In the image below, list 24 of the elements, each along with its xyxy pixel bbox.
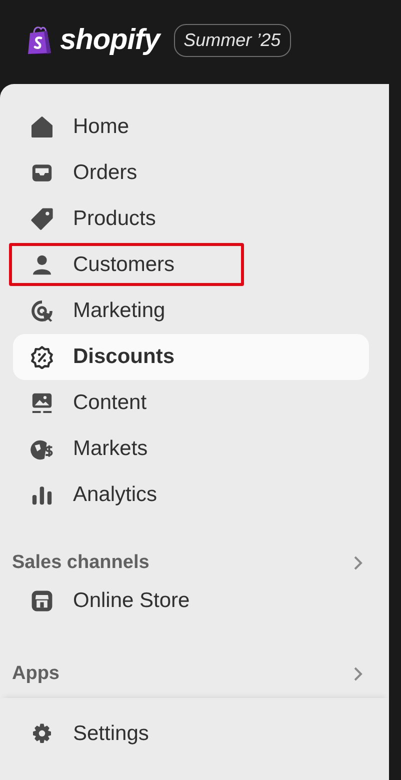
settings-icon (30, 722, 54, 746)
storefront-icon (30, 589, 54, 613)
nav-item[interactable]: Content (13, 380, 369, 426)
nav-item[interactable]: Online Store (13, 578, 369, 624)
percent-badge-icon (30, 345, 54, 369)
section-title: Apps (12, 663, 60, 685)
nav-item[interactable]: Analytics (13, 472, 369, 518)
brand-name: shopify (60, 24, 160, 56)
image-monitor-icon (30, 391, 54, 415)
nav-item[interactable]: Products (13, 196, 369, 242)
shopping-bag-logo-icon (27, 25, 52, 55)
nav-item[interactable]: Settings (13, 711, 369, 757)
home-icon (30, 115, 54, 139)
edition-badge: Summer ’25 (174, 24, 291, 56)
nav-item[interactable]: Marketing (13, 288, 369, 334)
nav-item[interactable]: Discounts (13, 334, 369, 380)
nav-item[interactable]: Markets (13, 426, 369, 472)
person-icon (30, 253, 54, 277)
target-cursor-icon (30, 299, 54, 323)
section-title: Sales channels (12, 552, 150, 574)
tag-icon (30, 207, 54, 231)
nav-item[interactable]: Home (13, 104, 369, 150)
nav-item[interactable]: Orders (13, 150, 369, 196)
nav-item[interactable]: Customers (13, 242, 369, 288)
